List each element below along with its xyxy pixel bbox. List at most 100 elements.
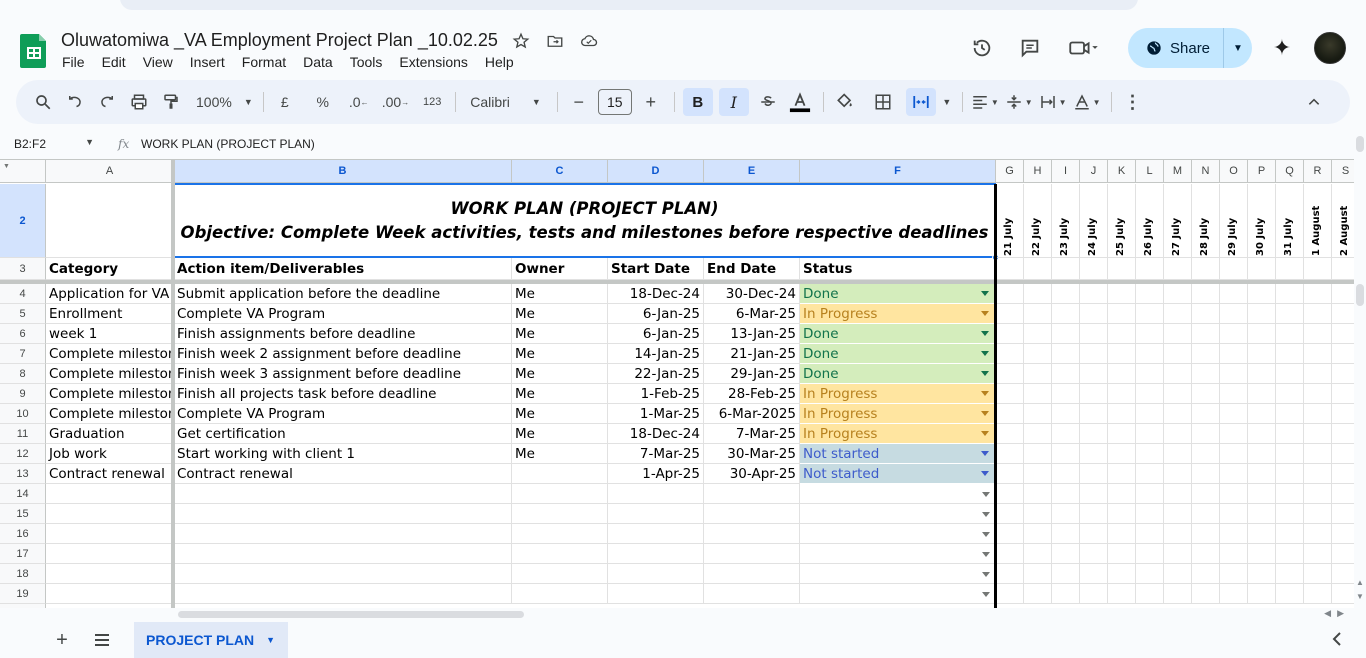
status-dropdown-chip[interactable]: Not started [800,464,996,484]
row-header-7[interactable]: 7 [0,344,46,364]
empty-cell[interactable] [512,584,608,604]
timeline-cell[interactable] [1248,364,1276,384]
timeline-cell[interactable] [1332,424,1354,444]
timeline-cell[interactable] [1052,324,1080,344]
timeline-cell[interactable] [1304,444,1332,464]
empty-cell[interactable] [1220,504,1248,524]
owner-cell[interactable]: Me [512,424,608,444]
column-header-n[interactable]: N [1192,160,1220,183]
add-sheet-icon[interactable]: + [52,629,72,651]
empty-cell[interactable] [1080,544,1108,564]
empty-cell[interactable] [1220,564,1248,584]
category-cell[interactable]: week 1 [46,324,174,344]
column-header-k[interactable]: K [1108,160,1136,183]
row-header-16[interactable]: 16 [0,524,46,544]
timeline-cell[interactable] [1220,424,1248,444]
status-caret-icon[interactable] [981,311,989,316]
borders-icon[interactable] [870,88,896,116]
collapse-toolbar-icon[interactable] [1300,88,1328,116]
timeline-cell[interactable] [1304,364,1332,384]
empty-cell[interactable] [512,564,608,584]
empty-cell[interactable] [1024,564,1052,584]
empty-cell[interactable] [608,584,704,604]
empty-cell[interactable] [996,258,1024,280]
owner-cell[interactable]: Me [512,284,608,304]
timeline-cell[interactable] [1080,444,1108,464]
empty-cell[interactable] [1024,504,1052,524]
category-cell[interactable]: Graduation [46,424,174,444]
status-caret-icon[interactable] [981,391,989,396]
empty-cell[interactable] [800,544,996,564]
timeline-cell[interactable] [1192,344,1220,364]
timeline-cell[interactable] [1332,364,1354,384]
empty-cell[interactable] [1220,484,1248,504]
timeline-cell[interactable] [1024,464,1052,484]
action-cell[interactable]: Finish week 3 assignment before deadline [174,364,512,384]
timeline-cell[interactable] [1304,404,1332,424]
avatar[interactable] [1314,32,1346,64]
category-cell[interactable]: Job work [46,444,174,464]
empty-cell[interactable] [1024,258,1052,280]
empty-cell[interactable] [1332,504,1354,524]
empty-cell[interactable] [1136,258,1164,280]
format-currency-button[interactable]: £ [272,88,298,116]
category-cell[interactable]: Complete mileston [46,404,174,424]
empty-cell[interactable] [1080,258,1108,280]
column-header-r[interactable]: R [1304,160,1332,183]
menu-format[interactable]: Format [242,54,293,70]
empty-cell[interactable] [1220,544,1248,564]
italic-button[interactable]: I [718,88,749,116]
timeline-cell[interactable] [1080,404,1108,424]
timeline-cell[interactable] [1304,464,1332,484]
end-date-cell[interactable]: 30-Apr-25 [704,464,800,484]
action-cell[interactable]: Start working with client 1 [174,444,512,464]
category-cell[interactable]: Application for VA [46,284,174,304]
timeline-cell[interactable] [1080,384,1108,404]
action-cell[interactable]: Complete VA Program [174,404,512,424]
scroll-up-icon[interactable]: ▲ [1356,578,1364,587]
timeline-cell[interactable] [1024,344,1052,364]
empty-cell[interactable] [608,484,704,504]
empty-cell[interactable] [1080,504,1108,524]
status-dropdown-chip[interactable]: Done [800,364,996,384]
end-date-cell[interactable]: 7-Mar-25 [704,424,800,444]
empty-cell[interactable] [512,544,608,564]
column-header-f[interactable]: F [800,160,996,183]
row-header-8[interactable]: 8 [0,364,46,384]
empty-cell[interactable] [1248,504,1276,524]
sheet-tab-project-plan[interactable]: PROJECT PLAN ▼ [134,622,288,658]
owner-cell[interactable]: Me [512,384,608,404]
sheet-tab-caret-icon[interactable]: ▼ [266,635,275,645]
status-caret-icon[interactable] [981,351,989,356]
strikethrough-icon[interactable] [755,88,781,116]
document-title[interactable]: Oluwatomiwa _VA Employment Project Plan … [61,30,498,51]
action-cell[interactable]: Get certification [174,424,512,444]
empty-cell[interactable] [800,584,996,604]
timeline-cell[interactable] [1276,284,1304,304]
timeline-cell[interactable] [1108,384,1136,404]
empty-cell[interactable] [996,524,1024,544]
merge-cells-icon[interactable] [905,88,936,116]
column-header-c[interactable]: C [512,160,608,183]
empty-cell[interactable] [1052,504,1080,524]
empty-cell[interactable] [1052,258,1080,280]
empty-cell[interactable] [1136,484,1164,504]
status-dropdown-chip[interactable]: In Progress [800,424,996,444]
empty-cell[interactable] [1136,584,1164,604]
end-date-cell[interactable]: 6-Mar-25 [704,304,800,324]
timeline-cell[interactable] [1192,324,1220,344]
empty-cell[interactable] [174,544,512,564]
empty-cell[interactable] [46,504,174,524]
vertical-scroll-thumb-grid[interactable] [1356,284,1364,306]
timeline-cell[interactable] [1024,284,1052,304]
timeline-cell[interactable] [1136,284,1164,304]
timeline-cell[interactable] [1332,324,1354,344]
column-header-p[interactable]: P [1248,160,1276,183]
move-folder-icon[interactable] [544,30,566,52]
timeline-cell[interactable] [1220,444,1248,464]
timeline-cell[interactable] [1332,304,1354,324]
empty-cell[interactable] [1108,258,1136,280]
format-percent-button[interactable]: % [310,88,336,116]
empty-cell[interactable] [1248,544,1276,564]
vertical-scroll-thumb[interactable] [1356,136,1364,152]
